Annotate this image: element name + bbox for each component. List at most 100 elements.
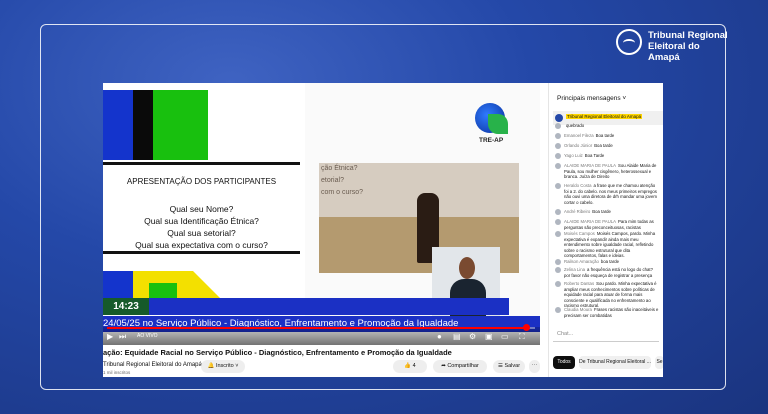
avatar xyxy=(555,153,561,159)
more-icon: ⋯ xyxy=(531,363,538,369)
ticker-time: 14:23 xyxy=(103,298,149,315)
chat-message-body: Heraldo Costa a frase que me chamou atenç… xyxy=(564,183,660,205)
play-icon[interactable]: ▶ xyxy=(107,332,113,342)
brand-logo: Tribunal Regional Eleitoral do Amapá xyxy=(608,24,728,66)
chat-filter-channel[interactable]: De Tribunal Regional Eleitoral ... xyxy=(579,356,651,369)
chat-message-body: ALAIDE MARIA DE PAULA Sou Alaide Maria de… xyxy=(564,163,660,180)
chat-author[interactable]: ALAIDE MARIA DE PAULA xyxy=(564,163,616,168)
progress-scrubber[interactable] xyxy=(523,324,531,331)
chat-author[interactable]: ALAIDE MARIA DE PAULA xyxy=(564,219,616,224)
player-controls: ▶ ⏭ AO VIVO ● ▤ ⚙ ▣ ▭ ⛶ xyxy=(103,324,540,345)
projected-text: etorial? xyxy=(321,177,344,184)
chat-message-body: ALAIDE MARIA DE PAULA Para mim todas as p… xyxy=(564,219,660,230)
chat-text: quebrado xyxy=(566,123,585,128)
brand-name-line1: Tribunal Regional xyxy=(648,30,728,41)
chat-author[interactable]: Emanoel Fileza xyxy=(564,133,594,138)
miniplayer-icon[interactable]: ▣ xyxy=(485,332,493,342)
chat-text: boa tarde xyxy=(600,259,620,264)
share-icon: ➦ xyxy=(441,363,446,369)
avatar xyxy=(555,143,561,149)
pause-toggle-icon[interactable]: ● xyxy=(437,332,442,342)
avatar xyxy=(555,133,561,139)
brand-name-line2: Eleitoral do Amapá xyxy=(648,41,700,63)
avatar xyxy=(555,259,561,265)
interpreter-head xyxy=(459,257,475,279)
like-count: 4 xyxy=(412,363,416,369)
share-label: Compartilhar xyxy=(447,363,479,369)
chat-message-body: André Ribeiro Boa tarde xyxy=(564,209,660,215)
progress-bar[interactable] xyxy=(107,324,535,331)
tre-logo-label: TRE-AP xyxy=(479,137,504,144)
subscriber-count: 1 mil inscritos xyxy=(103,370,131,375)
chat-input-placeholder: Chat... xyxy=(557,331,574,337)
slide-panel: APRESENTAÇÃO DOS PARTICIPANTES Qual seu … xyxy=(103,83,305,327)
slide-title: APRESENTAÇÃO DOS PARTICIPANTES xyxy=(126,177,277,186)
chat-author[interactable]: Roberto Dantas xyxy=(564,281,594,286)
like-button[interactable]: 👍 4 xyxy=(393,360,427,373)
avatar xyxy=(555,281,561,287)
chat-header-label: Principais mensagens xyxy=(557,95,621,102)
projected-text: ção Étnica? xyxy=(321,165,358,172)
subscribed-label: Inscrito xyxy=(215,363,234,369)
live-badge: AO VIVO xyxy=(137,333,158,339)
video-meta: ação: Equidade Racial no Serviço Público… xyxy=(103,345,540,377)
fullscreen-icon[interactable]: ⛶ xyxy=(519,332,525,342)
chat-message-body: Orlando Júnior Boa tarde xyxy=(564,143,660,149)
avatar xyxy=(555,307,561,313)
slide-black-block xyxy=(133,90,153,160)
chat-filter-more[interactable]: Se xyxy=(655,356,663,369)
avatar xyxy=(555,114,563,122)
slide-divider xyxy=(103,162,300,165)
slide-question: Qual sua expectativa com o curso? xyxy=(135,240,268,250)
chat-text: Boa tarde xyxy=(594,143,613,148)
chat-input[interactable]: Chat... xyxy=(553,327,659,342)
slide-divider xyxy=(103,251,300,254)
share-button[interactable]: ➦ Compartilhar xyxy=(433,360,487,373)
pinned-author: Tribunal Regional Eleitoral do Amapá xyxy=(566,114,643,119)
chat-text: Boa tarde xyxy=(592,209,611,214)
chat-message-body: quebrado xyxy=(564,123,660,129)
chat-header-dropdown[interactable]: Principais mensagens ˅ xyxy=(557,95,626,102)
chat-message-body: Railson Amaração boa tarde xyxy=(564,259,660,265)
save-label: Salvar xyxy=(504,363,521,369)
avatar xyxy=(555,209,561,215)
avatar xyxy=(555,163,561,169)
chat-filter-all[interactable]: Todos xyxy=(553,356,575,369)
ticker-bar xyxy=(149,298,509,315)
slide-blue-block xyxy=(103,90,133,160)
chevron-down-icon: ˅ xyxy=(235,363,239,369)
settings-gear-icon[interactable]: ⚙ xyxy=(469,332,476,342)
more-button[interactable]: ⋯ xyxy=(529,360,540,373)
tre-logo-leaf-icon xyxy=(488,114,508,134)
chat-message-body: Claudia Moura Frases racistas são inaceit… xyxy=(564,307,660,318)
bell-icon: 🔔 xyxy=(207,363,215,369)
chat-author[interactable]: Heraldo Costa xyxy=(564,183,591,188)
chat-author[interactable]: Yago Luiz xyxy=(564,153,583,158)
captions-icon[interactable]: ▤ xyxy=(453,332,461,342)
chat-text: Boa Tarde xyxy=(584,153,605,158)
chat-author[interactable]: Railson Amaração xyxy=(564,259,599,264)
slide-question: Qual sua setorial? xyxy=(167,228,236,238)
chat-author[interactable]: Orlando Júnior xyxy=(564,143,592,148)
slide-question: Qual seu Nome? xyxy=(169,204,234,214)
theater-icon[interactable]: ▭ xyxy=(501,332,509,342)
chat-author[interactable]: Moisés Campos xyxy=(564,231,595,236)
chat-author[interactable]: André Ribeiro xyxy=(564,209,590,214)
slide-question: Qual sua Identificação Étnica? xyxy=(144,216,259,226)
live-chat: Principais mensagens ˅ Tribunal Regional… xyxy=(548,83,663,377)
next-icon[interactable]: ⏭ xyxy=(119,332,126,342)
subscribed-button[interactable]: 🔔 Inscrito ˅ xyxy=(201,360,245,373)
projected-text: com o curso? xyxy=(321,189,364,196)
chat-author[interactable]: Zelina Lina xyxy=(564,267,585,272)
chat-author[interactable]: Claudia Moura xyxy=(564,307,592,312)
video-player[interactable]: APRESENTAÇÃO DOS PARTICIPANTES Qual seu … xyxy=(103,83,540,345)
screen-capture: APRESENTAÇÃO DOS PARTICIPANTES Qual seu … xyxy=(103,83,663,377)
channel-name[interactable]: Tribunal Regional Eleitoral do Amapá xyxy=(103,362,202,368)
chat-message-body: Zelina Lina a frequência está no logo do … xyxy=(564,267,660,278)
chat-message-body: Yago Luiz Boa Tarde xyxy=(564,153,660,159)
chat-message-body: Roberto Dantas Sou pardo. Minha expectati… xyxy=(564,281,660,309)
chat-message-body: Moisés Campos Moisés Campos, pardo. Minha… xyxy=(564,231,660,259)
save-button[interactable]: ☰ Salvar xyxy=(493,360,525,373)
brand-emblem-icon xyxy=(616,29,642,55)
chat-text: Boa tarde xyxy=(595,133,615,138)
